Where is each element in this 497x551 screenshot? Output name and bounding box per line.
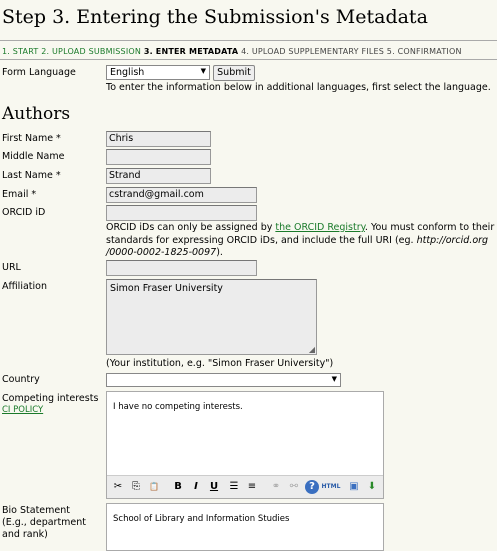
orcid-help-text: standards for expressing ORCID iDs, and … [106, 234, 417, 246]
first-name-field[interactable]: Chris [106, 131, 211, 147]
last-name-label: Last Name * [2, 170, 61, 181]
orcid-help: ORCID iDs can only be assigned by the OR… [106, 222, 496, 260]
divider [0, 59, 497, 60]
affiliation-textarea[interactable]: Simon Fraser University ◢ [106, 279, 317, 355]
copy-icon[interactable]: ⎘ [129, 480, 143, 494]
orcid-registry-link[interactable]: the ORCID Registry [275, 222, 365, 233]
bio-statement-content[interactable]: School of Library and Information Studie… [107, 504, 383, 534]
underline-icon[interactable]: U [207, 480, 221, 494]
link-icon[interactable]: ⚭ [269, 480, 283, 494]
competing-interests-editor[interactable]: I have no competing interests. ✂ ⎘ 📋 B I… [106, 391, 384, 499]
resize-handle-icon[interactable]: ◢ [309, 345, 315, 354]
step-upload-submission-link[interactable]: 2. UPLOAD SUBMISSION [41, 47, 141, 56]
authors-heading: Authors [2, 104, 71, 124]
country-select[interactable]: ▼ [106, 373, 341, 387]
bullet-list-icon[interactable]: ☰ [227, 480, 241, 494]
form-language-help: To enter the information below in additi… [106, 82, 491, 93]
form-language-value: English [110, 67, 145, 78]
dropdown-arrow-icon: ▼ [200, 67, 206, 75]
url-field[interactable] [106, 260, 257, 276]
page-title: Step 3. Entering the Submission's Metada… [2, 6, 428, 28]
editor-toolbar: ✂ ⎘ 📋 B I U ☰ ≡ ⚭ ⚯ ? HTML ▣ ⬇ [107, 475, 383, 498]
email-field[interactable]: cstrand@gmail.com [106, 187, 257, 203]
dropdown-arrow-icon: ▼ [331, 375, 337, 383]
step-upload-supp: 4. UPLOAD SUPPLEMENTARY FILES [241, 47, 385, 56]
affiliation-value: Simon Fraser University [110, 283, 223, 294]
orcid-help-text: ). [216, 247, 223, 258]
last-name-field[interactable]: Strand [106, 168, 211, 184]
form-language-submit-button[interactable]: Submit [213, 65, 255, 81]
bio-label-hint: (E.g., department [2, 517, 87, 528]
numbered-list-icon[interactable]: ≡ [245, 480, 259, 494]
italic-icon[interactable]: I [189, 480, 203, 494]
form-language-label: Form Language [2, 67, 76, 78]
help-icon[interactable]: ? [305, 480, 319, 494]
paste-icon[interactable]: 📋 [147, 480, 161, 494]
first-name-label: First Name * [2, 133, 61, 144]
affiliation-help: (Your institution, e.g. "Simon Fraser Un… [106, 358, 334, 369]
competing-interests-label: Competing interests [2, 393, 99, 404]
orcid-field[interactable] [106, 205, 257, 221]
step-start-link[interactable]: 1. START [2, 47, 38, 56]
divider [0, 40, 497, 41]
ci-policy-link[interactable]: CI POLICY [2, 405, 43, 415]
orcid-example: /0000-0002-1825-0097 [106, 247, 217, 258]
step-confirmation: 5. CONFIRMATION [386, 47, 462, 56]
bio-label-hint: and rank) [2, 529, 48, 540]
cut-icon[interactable]: ✂ [111, 480, 125, 494]
url-label: URL [2, 262, 21, 273]
email-label: Email * [2, 189, 37, 200]
insert-image-icon[interactable]: ⬇ [365, 480, 379, 494]
fullscreen-icon[interactable]: ▣ [347, 480, 361, 494]
orcid-help-text: . You must conform to their [364, 222, 495, 233]
orcid-example: http://orcid.org [416, 234, 489, 246]
affiliation-label: Affiliation [2, 281, 47, 292]
step-current: 3. ENTER METADATA [143, 47, 239, 56]
orcid-help-text: ORCID iDs can only be assigned by [106, 222, 276, 233]
form-language-select[interactable]: English ▼ [106, 65, 210, 80]
html-source-icon[interactable]: HTML [321, 480, 341, 494]
bio-label: Bio Statement [2, 505, 70, 516]
country-label: Country [2, 374, 40, 385]
bio-statement-editor[interactable]: School of Library and Information Studie… [106, 503, 384, 551]
middle-name-field[interactable] [106, 149, 211, 165]
unlink-icon[interactable]: ⚯ [287, 480, 301, 494]
middle-name-label: Middle Name [2, 151, 65, 162]
step-breadcrumb: 1. START 2. UPLOAD SUBMISSION 3. ENTER M… [2, 47, 462, 56]
orcid-label: ORCID iD [2, 207, 46, 218]
bold-icon[interactable]: B [171, 480, 185, 494]
competing-interests-content[interactable]: I have no competing interests. [107, 392, 383, 422]
